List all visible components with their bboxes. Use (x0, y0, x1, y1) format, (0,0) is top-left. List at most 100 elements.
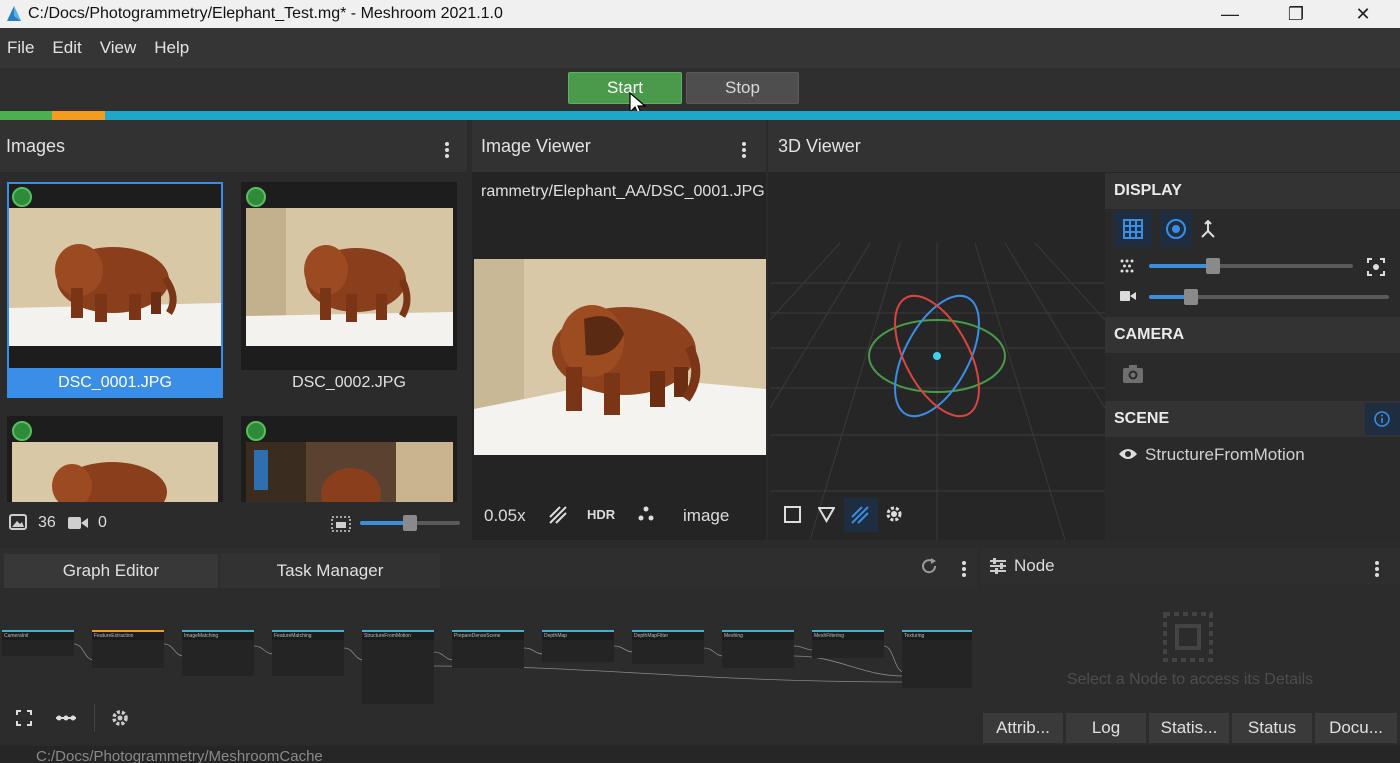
triangle-icon[interactable] (818, 506, 835, 523)
camera-scale-slider[interactable] (1149, 289, 1389, 305)
tab-task-manager[interactable]: Task Manager (220, 554, 440, 588)
channel-select[interactable]: image (683, 506, 729, 526)
more-options-icon[interactable] (1374, 559, 1380, 579)
progress-done-segment (0, 111, 52, 120)
image-thumbnail[interactable] (7, 416, 223, 502)
3d-viewer-header: 3D Viewer (768, 120, 1400, 172)
aperture-icon (12, 187, 32, 207)
scene-item-structure-from-motion[interactable]: StructureFromMotion (1145, 445, 1305, 465)
graph-node-depth-map-filter[interactable]: DepthMapFilter (632, 630, 704, 664)
images-panel-header: Images (0, 120, 467, 172)
info-button[interactable] (1365, 403, 1400, 435)
images-panel: Images DSC_0001.JPG DSC_0002.JPG 36 0 (0, 120, 467, 540)
start-button[interactable]: Start (568, 72, 682, 104)
menu-view[interactable]: View (93, 38, 144, 58)
settings-icon[interactable] (884, 504, 904, 524)
more-options-icon[interactable] (444, 140, 450, 160)
graph-node-depth-map[interactable]: DepthMap (542, 630, 614, 662)
image-thumbnail[interactable] (241, 416, 457, 502)
3d-viewport[interactable] (770, 173, 1105, 540)
restore-icon[interactable]: ❐ (1274, 0, 1318, 28)
window-title: C:/Docs/Photogrammetry/Elephant_Test.mg*… (28, 5, 503, 22)
graph-node-meshing[interactable]: Meshing (722, 630, 794, 668)
menu-bar: File Edit View Help (0, 28, 1400, 68)
3d-settings-panel: DISPLAY CAMERA SCENE StructureFromMotion (1105, 173, 1400, 540)
pipeline-progress-bar (0, 111, 1400, 120)
node-placeholder-icon (1163, 612, 1213, 662)
thumbnail-size-slider[interactable] (360, 515, 460, 531)
graph-node-mesh-filtering[interactable]: MeshFiltering (812, 630, 884, 658)
wireframe-toggle[interactable] (844, 498, 878, 532)
graph-node-image-matching[interactable]: ImageMatching (182, 630, 254, 676)
display-section-header: DISPLAY (1105, 173, 1400, 209)
image-thumbnail[interactable]: DSC_0001.JPG (7, 182, 223, 398)
features-icon[interactable] (638, 506, 654, 522)
minimize-icon[interactable]: — (1208, 0, 1252, 28)
square-icon[interactable] (784, 506, 801, 523)
zoom-level[interactable]: 0.05x (484, 506, 526, 526)
image-thumbnail[interactable]: DSC_0002.JPG (241, 182, 457, 398)
hatch-icon (851, 506, 869, 524)
node-panel-title: Node (1014, 556, 1055, 575)
elephant-photo (246, 442, 453, 502)
camera-icon[interactable] (1122, 364, 1144, 384)
graph-node-structure-from-motion[interactable]: StructureFromMotion (362, 630, 434, 704)
fit-all-icon[interactable] (16, 710, 32, 726)
image-viewer-header: Image Viewer (472, 120, 766, 172)
elephant-photo (9, 208, 221, 346)
tab-attributes[interactable]: Attrib... (983, 713, 1063, 743)
refresh-icon[interactable] (920, 557, 938, 575)
hatch-icon[interactable] (549, 506, 567, 524)
toolbar: Start Stop (0, 68, 1400, 117)
menu-help[interactable]: Help (147, 38, 196, 58)
origin-toggle[interactable] (1160, 211, 1192, 247)
node-placeholder-text: Select a Node to access its Details (1066, 671, 1314, 688)
graph-node-texturing[interactable]: Texturing (902, 630, 972, 688)
image-preview (474, 259, 766, 455)
fit-view-icon[interactable] (1367, 258, 1385, 276)
meshroom-logo-icon (7, 6, 21, 21)
video-camera-icon (68, 517, 88, 529)
layout-icon[interactable] (55, 711, 77, 725)
image-viewer-panel: Image Viewer rammetry/Elephant_AA/DSC_00… (472, 120, 766, 540)
settings-icon[interactable] (110, 708, 130, 728)
grid-icon (1123, 219, 1143, 239)
panel-title: Image Viewer (481, 135, 591, 156)
graph-node-feature-matching[interactable]: FeatureMatching (272, 630, 344, 676)
image-icon (9, 514, 27, 530)
graph-node-feature-extraction[interactable]: FeatureExtraction (92, 630, 164, 668)
status-bar: C:/Docs/Photogrammetry/MeshroomCache (0, 746, 1400, 763)
point-size-icon (1120, 259, 1134, 273)
close-icon[interactable]: ✕ (1341, 0, 1385, 28)
tab-log[interactable]: Log (1066, 713, 1146, 743)
more-options-icon[interactable] (961, 559, 967, 579)
graph-editor-panel: Graph Editor Task Manager CameraInit Fea… (0, 548, 978, 744)
aperture-icon (12, 421, 32, 441)
info-icon (1374, 411, 1390, 427)
tab-statistics[interactable]: Statis... (1149, 713, 1229, 743)
stop-button[interactable]: Stop (686, 72, 799, 104)
camera-scale-icon (1120, 291, 1136, 301)
hdr-toggle[interactable]: HDR (587, 507, 615, 522)
tab-status[interactable]: Status (1232, 713, 1312, 743)
grid-toggle[interactable] (1114, 211, 1152, 247)
target-icon (1166, 219, 1186, 239)
image-path: rammetry/Elephant_AA/DSC_0001.JPG (481, 183, 765, 200)
thumbnail-label: DSC_0001.JPG (58, 374, 172, 391)
graph-node-prepare-dense-scene[interactable]: PrepareDenseScene (452, 630, 524, 668)
menu-edit[interactable]: Edit (45, 38, 88, 58)
aperture-icon (246, 421, 266, 441)
camera-section-header: CAMERA (1105, 317, 1400, 353)
eye-icon[interactable] (1118, 447, 1138, 461)
image-count: 36 (38, 514, 56, 531)
tab-graph-editor[interactable]: Graph Editor (4, 554, 218, 588)
menu-file[interactable]: File (0, 38, 41, 58)
progress-running-segment (52, 111, 105, 120)
tab-documentation[interactable]: Docu... (1315, 713, 1397, 743)
graph-node-camera-init[interactable]: CameraInit (2, 630, 74, 656)
aperture-icon (246, 187, 266, 207)
more-options-icon[interactable] (741, 140, 747, 160)
axis-icon[interactable] (1200, 220, 1216, 238)
thumbnail-size-icon (331, 516, 351, 532)
point-size-slider[interactable] (1149, 258, 1353, 274)
